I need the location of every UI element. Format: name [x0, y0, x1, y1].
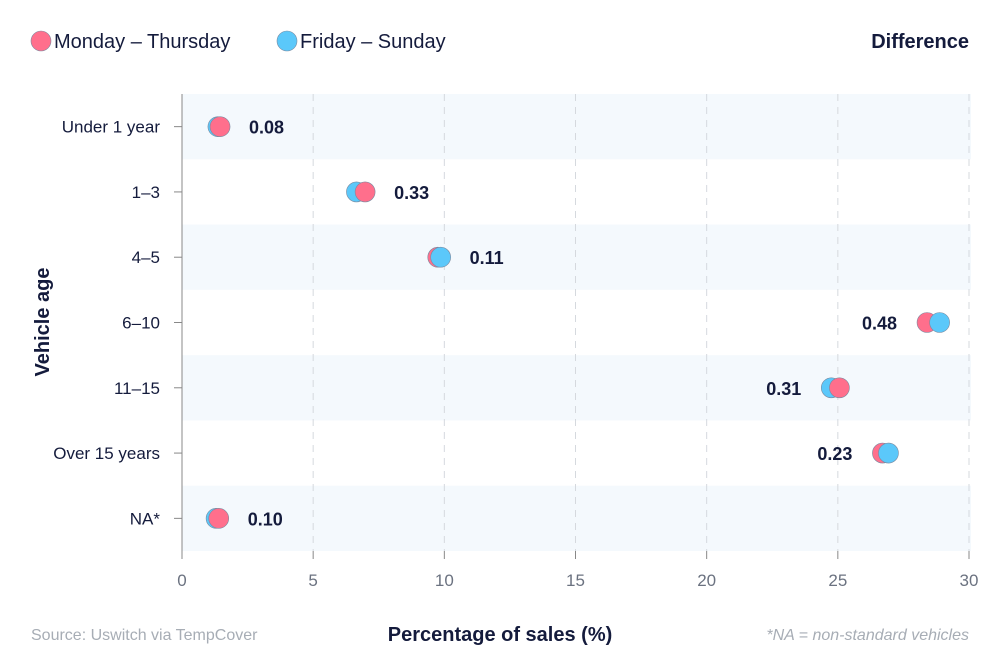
x-tick-label: 20 [697, 571, 716, 590]
data-point-mon-thu [208, 508, 230, 529]
x-tick-label: 15 [566, 571, 585, 590]
difference-label: 0.31 [766, 379, 801, 399]
legend-marker [30, 30, 52, 52]
source-note: Source: Uswitch via TempCover [31, 627, 258, 644]
difference-header: Difference [871, 31, 969, 53]
chart: 0 5 10 15 20 25 30 Under 1 year 0.08 1–3 0.33 4–5 0.… [0, 0, 1000, 670]
y-tick-label: 1–3 [132, 183, 160, 202]
legend-label: Friday – Sunday [300, 31, 446, 53]
difference-label: 0.11 [470, 248, 504, 268]
y-tick-label: Under 1 year [62, 118, 161, 137]
data-point-mon-thu [354, 181, 376, 203]
row-band [182, 224, 971, 290]
row-band [182, 355, 971, 421]
y-tick-label: Over 15 years [53, 444, 160, 463]
y-tick-label: NA* [130, 509, 161, 528]
row-band [182, 94, 971, 160]
y-tick-label: 11–15 [114, 379, 160, 398]
difference-label: 0.23 [817, 444, 852, 464]
x-tick-label: 0 [177, 571, 186, 590]
legend-marker [276, 30, 298, 52]
y-tick-label: 6–10 [122, 314, 160, 333]
x-tick-label: 30 [960, 571, 979, 590]
difference-label: 0.48 [862, 314, 897, 334]
x-tick-label: 10 [435, 571, 454, 590]
data-point-fri-sun [929, 312, 950, 333]
x-tick-label: 25 [828, 571, 847, 590]
x-tick-label: 5 [308, 571, 317, 590]
difference-label: 0.33 [394, 183, 429, 203]
y-tick-label: 4–5 [132, 248, 160, 267]
data-point-fri-sun [878, 442, 899, 464]
legend-label: Monday – Thursday [54, 31, 230, 53]
row-band [182, 485, 971, 551]
difference-label: 0.10 [248, 509, 283, 529]
data-point-mon-thu [829, 377, 850, 399]
difference-label: 0.08 [249, 118, 284, 138]
y-axis-label: Vehicle age [32, 268, 54, 377]
dot-plot-svg: 0 5 10 15 20 25 30 Under 1 year 0.08 1–3 0.33 4–5 0.… [30, 30, 979, 646]
data-point-fri-sun [430, 246, 451, 268]
x-axis-label: Percentage of sales (%) [388, 624, 613, 646]
data-point-mon-thu [209, 116, 231, 137]
footnote: *NA = non-standard vehicles [766, 627, 969, 644]
